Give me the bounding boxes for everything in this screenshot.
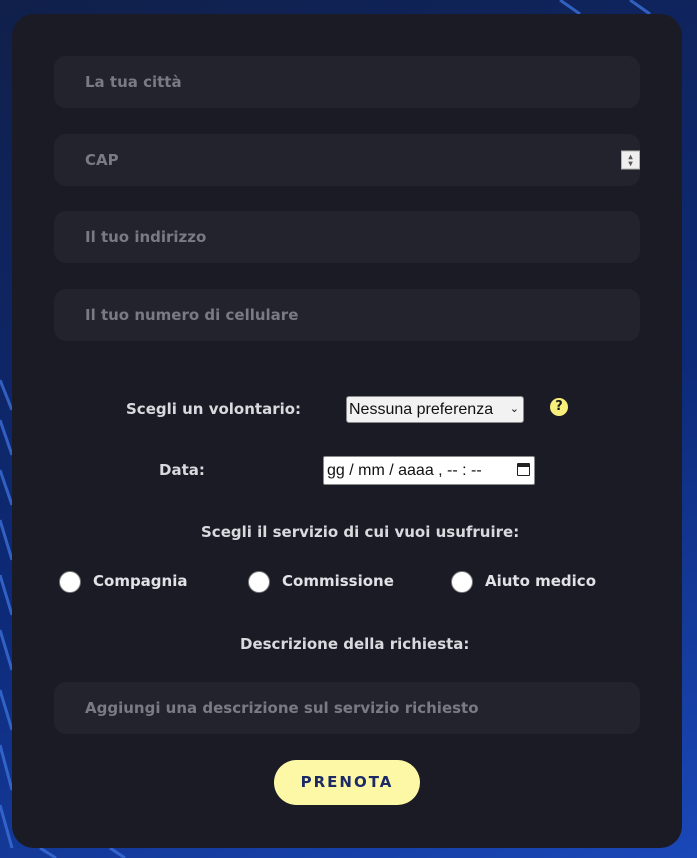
volunteer-select[interactable]: Nessuna preferenza ⌄ — [346, 396, 524, 423]
service-option-label: Aiuto medico — [485, 572, 597, 590]
description-label: Descrizione della richiesta: — [240, 635, 470, 653]
booking-form-card: La tua città CAP ▲ ▼ Il tuo indirizzo Il … — [12, 14, 682, 848]
cap-placeholder: CAP — [85, 151, 119, 169]
cap-input[interactable]: CAP ▲ ▼ — [54, 134, 640, 186]
radio-compagnia[interactable] — [59, 571, 81, 593]
description-placeholder: Aggiungi una descrizione sul servizio ri… — [85, 699, 479, 717]
radio-commissione[interactable] — [248, 571, 270, 593]
phone-input[interactable]: Il tuo numero di cellulare — [54, 289, 640, 341]
service-option-label: Commissione — [282, 572, 394, 590]
address-placeholder: Il tuo indirizzo — [85, 228, 207, 246]
datetime-input[interactable]: gg / mm / aaaa , -- : -- — [323, 456, 535, 485]
radio-aiuto-medico[interactable] — [451, 571, 473, 593]
service-option-label: Compagnia — [93, 572, 188, 590]
datetime-value: gg / mm / aaaa , -- : -- — [327, 462, 482, 479]
volunteer-selected-value: Nessuna preferenza — [349, 401, 494, 418]
calendar-icon[interactable] — [517, 463, 530, 476]
description-input[interactable]: Aggiungi una descrizione sul servizio ri… — [54, 682, 640, 734]
chevron-down-icon: ⌄ — [509, 403, 519, 415]
number-spinner-icon[interactable]: ▲ ▼ — [621, 150, 640, 170]
date-label: Data: — [159, 461, 205, 479]
city-placeholder: La tua città — [85, 73, 182, 91]
prenota-button[interactable]: PRENOTA — [274, 760, 420, 805]
phone-placeholder: Il tuo numero di cellulare — [85, 306, 299, 324]
city-input[interactable]: La tua città — [54, 56, 640, 108]
service-label: Scegli il servizio di cui vuoi usufruire… — [201, 523, 520, 541]
volunteer-label: Scegli un volontario: — [126, 400, 302, 418]
help-icon[interactable]: ? — [550, 398, 568, 416]
address-input[interactable]: Il tuo indirizzo — [54, 211, 640, 263]
